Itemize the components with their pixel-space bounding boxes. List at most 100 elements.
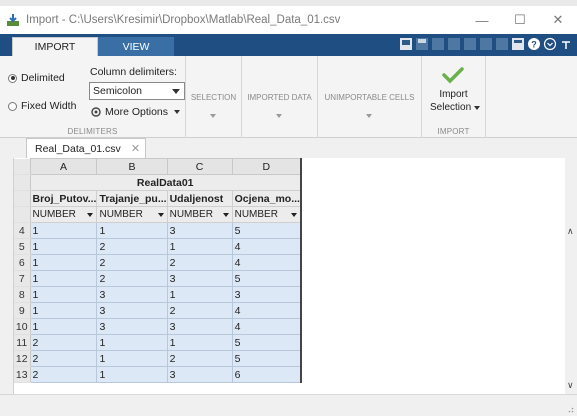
expand-ribbon-icon[interactable] [543, 37, 557, 51]
data-cell[interactable]: 2 [29, 366, 98, 383]
row-number[interactable]: 8 [14, 286, 31, 303]
corner-cell[interactable] [14, 158, 31, 175]
delimiter-dropdown[interactable]: Semicolon [89, 82, 185, 100]
data-cell[interactable]: 1 [29, 238, 98, 255]
data-cell[interactable]: 1 [166, 238, 233, 255]
data-cell[interactable]: 1 [29, 270, 98, 287]
data-cell[interactable]: 4 [231, 254, 302, 271]
variable-type-dropdown[interactable]: NUMBER [231, 206, 302, 223]
data-cell[interactable]: 4 [231, 302, 302, 319]
row-number[interactable]: 5 [14, 238, 31, 255]
data-cell[interactable]: 1 [166, 286, 233, 303]
data-cell[interactable]: 2 [96, 254, 168, 271]
data-cell[interactable]: 3 [166, 366, 233, 383]
data-cell[interactable]: 2 [29, 334, 98, 351]
selection-section[interactable]: SELECTION [186, 56, 242, 138]
data-cell[interactable]: 3 [96, 318, 168, 335]
file-tab[interactable]: Real_Data_01.csv ✕ [26, 138, 146, 158]
data-cell[interactable]: 1 [29, 222, 98, 239]
data-cell[interactable]: 3 [96, 286, 168, 303]
data-cell[interactable]: 1 [96, 334, 168, 351]
row-number[interactable]: 6 [14, 254, 31, 271]
row-number[interactable]: 9 [14, 302, 31, 319]
column-letter[interactable]: B [96, 158, 168, 175]
variable-name-header[interactable]: Broj_Putov... [29, 190, 98, 207]
variable-group-name[interactable]: RealData01 [29, 174, 302, 191]
unimportable-cells-section[interactable]: UNIMPORTABLE CELLS [318, 56, 422, 138]
undo-icon[interactable] [479, 37, 493, 51]
import-data-grid[interactable]: A B C D RealData01 Broj_Putov... Trajanj… [14, 158, 565, 394]
data-cell[interactable]: 2 [29, 350, 98, 367]
data-cell[interactable]: 1 [96, 366, 168, 383]
fixed-width-radio[interactable] [8, 101, 17, 111]
variable-type-dropdown[interactable]: NUMBER [96, 206, 168, 223]
imported-data-section[interactable]: IMPORTED DATA [242, 56, 318, 138]
data-cell[interactable]: 3 [166, 270, 233, 287]
save-icon[interactable] [415, 37, 429, 51]
data-cell[interactable]: 1 [29, 286, 98, 303]
tab-view[interactable]: VIEW [98, 37, 174, 56]
minimize-button[interactable]: — [463, 6, 501, 34]
pin-ribbon-icon[interactable] [559, 37, 573, 51]
data-cell[interactable]: 3 [96, 302, 168, 319]
data-cell[interactable]: 4 [231, 318, 302, 335]
data-cell[interactable]: 3 [166, 318, 233, 335]
selection-label: SELECTION [190, 93, 237, 102]
import-selection-button[interactable]: Import Selection [422, 62, 485, 122]
data-cell[interactable]: 1 [29, 254, 98, 271]
column-letter[interactable]: A [29, 158, 98, 175]
data-cell[interactable]: 2 [166, 350, 233, 367]
row-number[interactable]: 13 [14, 366, 31, 383]
scroll-up-icon[interactable]: ∧ [567, 226, 574, 237]
quick-access-icon[interactable] [399, 37, 413, 51]
variable-name-header[interactable]: Ocjena_mo... [231, 190, 302, 207]
variable-name-header[interactable]: Udaljenost [166, 190, 233, 207]
data-cell[interactable]: 2 [96, 270, 168, 287]
cut-icon[interactable] [431, 37, 445, 51]
close-button[interactable]: ✕ [539, 6, 577, 34]
data-cell[interactable]: 2 [166, 302, 233, 319]
vertical-scrollbar[interactable]: ∧ ∨ [565, 158, 577, 394]
variable-name-header[interactable]: Trajanje_pu... [96, 190, 168, 207]
data-cell[interactable]: 5 [231, 222, 302, 239]
redo-icon[interactable] [495, 37, 509, 51]
resize-grip-icon[interactable] [566, 405, 574, 413]
data-cell[interactable]: 5 [231, 350, 302, 367]
table-row: 51214 [14, 238, 302, 255]
data-cell[interactable]: 3 [166, 222, 233, 239]
data-cell[interactable]: 1 [166, 334, 233, 351]
row-number[interactable]: 7 [14, 270, 31, 287]
data-cell[interactable]: 5 [231, 334, 302, 351]
column-letter[interactable]: C [166, 158, 233, 175]
variable-type-dropdown[interactable]: NUMBER [29, 206, 98, 223]
tab-import[interactable]: IMPORT [12, 37, 98, 56]
data-cell[interactable]: 2 [96, 238, 168, 255]
fixed-width-radio-row[interactable]: Fixed Width [8, 100, 76, 112]
row-number[interactable]: 10 [14, 318, 31, 335]
close-tab-icon[interactable]: ✕ [131, 142, 140, 155]
data-cell[interactable]: 1 [96, 222, 168, 239]
row-number[interactable]: 11 [14, 334, 31, 351]
paste-icon[interactable] [463, 37, 477, 51]
scroll-down-icon[interactable]: ∨ [567, 380, 574, 391]
data-cell[interactable]: 2 [166, 254, 233, 271]
data-cell[interactable]: 1 [29, 302, 98, 319]
data-cell[interactable]: 1 [96, 350, 168, 367]
data-cell[interactable]: 6 [231, 366, 302, 383]
row-number[interactable]: 12 [14, 350, 31, 367]
more-options-button[interactable]: More Options [90, 106, 181, 118]
maximize-button[interactable]: ☐ [501, 6, 539, 34]
layout-icon[interactable] [511, 37, 525, 51]
delimited-radio-row[interactable]: Delimited [8, 72, 65, 84]
column-letter[interactable]: D [231, 158, 302, 175]
data-cell[interactable]: 1 [29, 318, 98, 335]
data-cell[interactable]: 3 [231, 286, 302, 303]
row-number[interactable]: 4 [14, 222, 31, 239]
copy-icon[interactable] [447, 37, 461, 51]
help-icon[interactable]: ? [527, 37, 541, 51]
variable-type-dropdown[interactable]: NUMBER [166, 206, 233, 223]
gear-icon [91, 107, 101, 117]
data-cell[interactable]: 5 [231, 270, 302, 287]
data-cell[interactable]: 4 [231, 238, 302, 255]
delimited-radio[interactable] [8, 73, 17, 83]
